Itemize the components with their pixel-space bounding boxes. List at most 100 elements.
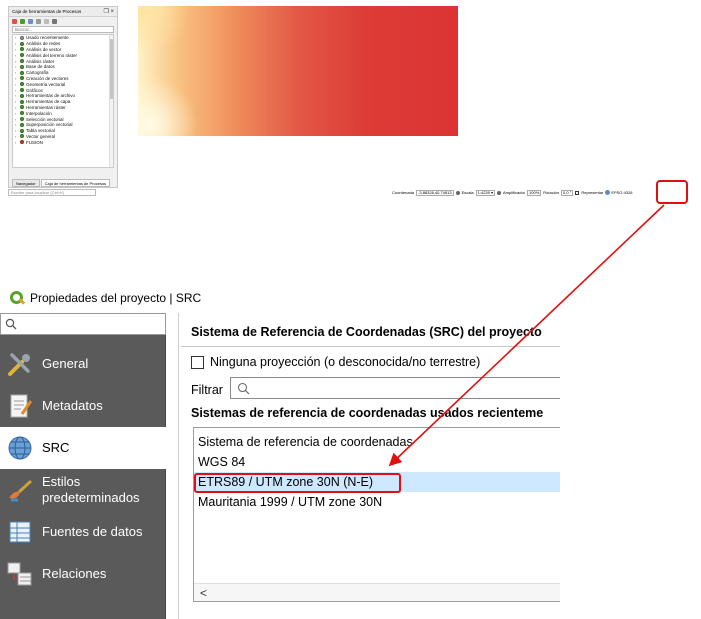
locator-search-input[interactable]: Escribe para localizar (Ctrl+K): [8, 189, 96, 196]
epsg-label: EPSG:4326: [611, 190, 633, 195]
scrollbar-thumb[interactable]: [110, 39, 113, 99]
expand-arrow-icon[interactable]: ›: [15, 64, 18, 69]
magnifier-label: Amplificador: [503, 190, 526, 195]
render-label: Representar: [581, 190, 604, 195]
expand-arrow-icon[interactable]: ›: [15, 111, 18, 116]
coordinate-field[interactable]: -3.88326,40.74613: [416, 189, 454, 196]
expand-arrow-icon[interactable]: ›: [15, 122, 18, 127]
map-canvas-raster[interactable]: [138, 6, 458, 136]
expand-arrow-icon[interactable]: ›: [15, 134, 18, 139]
raster-mid-values-area: [138, 6, 188, 56]
sidebar-item-label: SRC: [42, 440, 70, 455]
algorithm-group-label: Creación de vectores: [26, 75, 69, 81]
toolbox-toolbar: [9, 17, 117, 26]
expand-arrow-icon[interactable]: ›: [15, 117, 18, 122]
algorithm-group-item[interactable]: › FUSION: [13, 139, 113, 145]
expand-arrow-icon[interactable]: ›: [15, 76, 18, 81]
sidebar-item-src[interactable]: SRC: [0, 427, 166, 469]
toggle-extents-icon[interactable]: [455, 190, 460, 195]
dialog-titlebar: Propiedades del proyecto | SRC: [10, 289, 201, 307]
edit-features-icon[interactable]: [44, 19, 49, 24]
properties-sidebar: General Metadatos SRC Estilos predetermi…: [0, 313, 166, 619]
qgis-provider-icon: [20, 122, 24, 127]
sidebar-item-label: Metadatos: [42, 398, 103, 413]
expand-arrow-icon[interactable]: ›: [15, 82, 18, 87]
filter-input[interactable]: [230, 377, 560, 399]
globe-icon: [605, 190, 611, 195]
no-projection-label: Ninguna proyección (o desconocida/no ter…: [210, 355, 481, 369]
algorithm-group-label: Selección vectorial: [26, 116, 64, 122]
expand-arrow-icon[interactable]: ›: [15, 140, 18, 145]
sidebar-item-fuentes-datos[interactable]: Fuentes de datos: [0, 511, 166, 553]
expand-arrow-icon[interactable]: ›: [15, 47, 18, 52]
scale-combobox[interactable]: 1:4239 ▾: [475, 189, 495, 196]
crs-list-header[interactable]: Sistema de referencia de coordenadas: [194, 432, 560, 452]
expand-arrow-icon[interactable]: ›: [15, 35, 18, 40]
crs-row-wgs84[interactable]: WGS 84: [194, 452, 560, 472]
brush-icon: [6, 476, 34, 504]
qgis-provider-icon: [20, 64, 24, 69]
qgis-provider-icon: [20, 99, 24, 104]
recent-crs-title: Sistemas de referencia de coordenadas us…: [191, 406, 544, 420]
results-icon[interactable]: [36, 19, 41, 24]
expand-arrow-icon[interactable]: ›: [15, 70, 18, 75]
expand-arrow-icon[interactable]: ›: [15, 105, 18, 110]
project-crs-button[interactable]: EPSG:4326: [605, 190, 632, 195]
options-icon[interactable]: [52, 19, 57, 24]
sidebar-item-estilos[interactable]: Estilos predeterminados: [0, 469, 166, 511]
highlight-box-crs-button: [656, 180, 688, 204]
toolbox-scrollbar[interactable]: [109, 35, 113, 167]
algorithm-group-label: Superposición vectorial: [26, 122, 73, 128]
search-icon: [5, 318, 17, 330]
no-projection-option[interactable]: Ninguna proyección (o desconocida/no ter…: [191, 355, 480, 369]
expand-arrow-icon[interactable]: ›: [15, 128, 18, 133]
dock-tabs: Navegador Caja de herramientas de Proces…: [12, 179, 111, 187]
toolbox-titlebar: Caja de herramientas de Procesos ❐ ×: [9, 7, 117, 17]
crs-row-mauritania[interactable]: Mauritania 1999 / UTM zone 30N: [194, 492, 560, 512]
sidebar-search-input[interactable]: [0, 313, 166, 335]
fusion-icon: [20, 140, 24, 145]
expand-arrow-icon[interactable]: ›: [15, 88, 18, 93]
algorithm-group-label: Geometría vectorial: [26, 81, 66, 87]
toolbox-search-placeholder: Buscar...: [15, 27, 33, 32]
toolbox-search-input[interactable]: Buscar...: [12, 26, 114, 33]
algorithm-tree: › Usado recientemente › Análisis de redes › A…: [12, 34, 114, 168]
expand-arrow-icon[interactable]: ›: [15, 99, 18, 104]
sidebar-item-general[interactable]: General: [0, 343, 166, 385]
divider: [181, 346, 560, 347]
algorithm-group-label: Análisis ráster: [26, 58, 55, 64]
table-icon: [6, 518, 34, 546]
scroll-left-arrow-icon[interactable]: <: [200, 586, 207, 600]
tab-label: Caja de herramientas de Procesos: [44, 180, 107, 186]
algorithm-group-label: Herramientas de capa: [26, 99, 71, 105]
expand-arrow-icon[interactable]: ›: [15, 59, 18, 64]
qgis-main-window-crop: Caja de herramientas de Procesos ❐ × Bus…: [8, 6, 692, 200]
models-icon[interactable]: [12, 19, 17, 24]
qgis-provider-icon: [20, 134, 24, 139]
tab-caja-herramientas[interactable]: Caja de herramientas de Procesos: [40, 179, 111, 187]
lock-icon[interactable]: [497, 190, 501, 195]
tab-navegador[interactable]: Navegador: [12, 179, 40, 187]
algorithm-group-label: Tabla vectorial: [26, 128, 55, 134]
scripts-icon[interactable]: [20, 19, 25, 24]
sidebar-item-label: General: [42, 356, 89, 371]
rotation-spinbox[interactable]: 0,0 °: [561, 189, 574, 196]
history-icon[interactable]: [28, 19, 33, 24]
sidebar-item-relaciones[interactable]: Relaciones: [0, 553, 166, 595]
algorithm-group-label: Vector general: [26, 133, 56, 139]
qgis-provider-icon: [20, 59, 24, 64]
no-projection-checkbox[interactable]: [191, 355, 204, 369]
expand-arrow-icon[interactable]: ›: [15, 53, 18, 58]
horizontal-scrollbar[interactable]: <: [194, 583, 560, 601]
qgis-provider-icon: [20, 88, 24, 93]
algorithm-group-label: Base de datos: [26, 64, 55, 70]
qgis-provider-icon: [20, 93, 24, 98]
magnifier-spinbox[interactable]: 100%: [527, 189, 542, 196]
algorithm-group-label: Cartografía: [26, 70, 49, 76]
render-checkbox[interactable]: [575, 190, 580, 195]
expand-arrow-icon[interactable]: ›: [15, 93, 18, 98]
panel-window-controls[interactable]: ❐ ×: [103, 8, 114, 15]
tutorial-composite: Caja de herramientas de Procesos ❐ × Bus…: [0, 0, 701, 619]
sidebar-item-metadatos[interactable]: Metadatos: [0, 385, 166, 427]
expand-arrow-icon[interactable]: ›: [15, 41, 18, 46]
